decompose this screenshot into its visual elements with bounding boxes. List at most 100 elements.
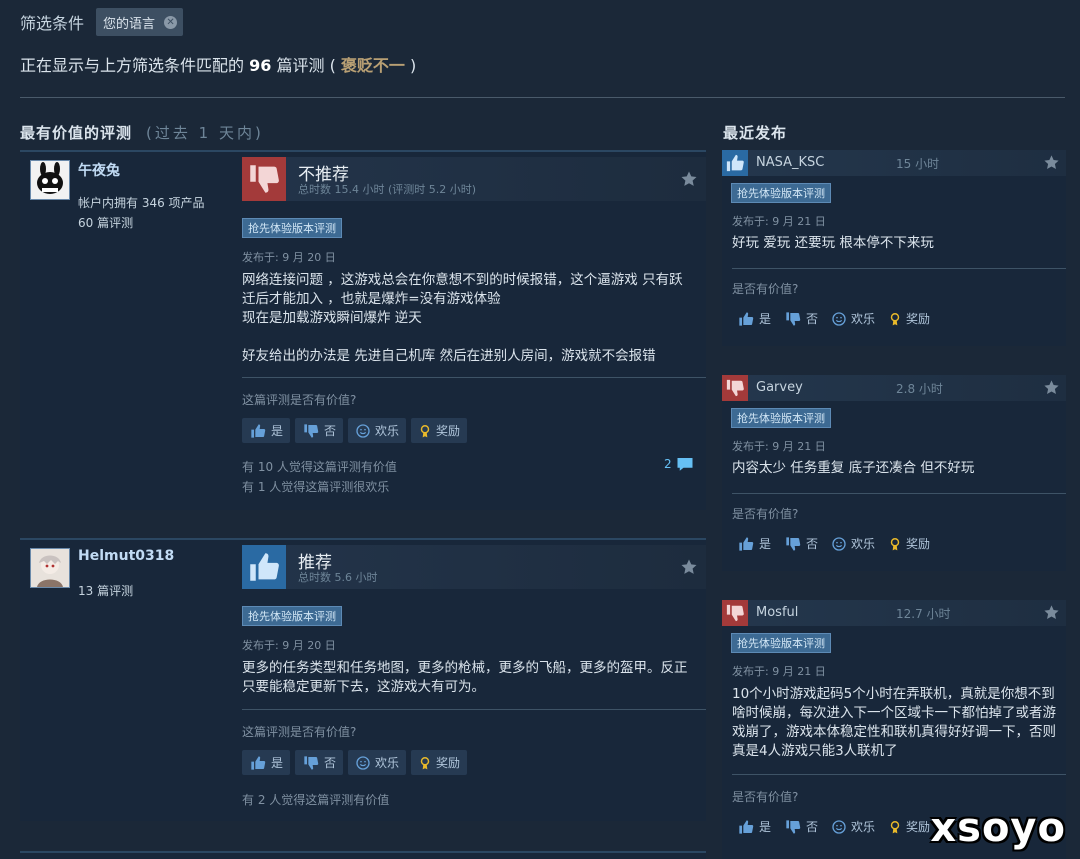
review-paragraph: 好友给出的办法是 先进自己机库 然后在进别人房间，游戏就不会报错	[242, 348, 656, 364]
recent-review-card: Garvey 2.8 小时 抢先体验版本评测 发布于: 9 月 21 日 内容太…	[722, 375, 1066, 571]
award-button[interactable]: 奖励	[883, 814, 935, 839]
language-filter-chip[interactable]: 您的语言 ✕	[96, 8, 184, 36]
yes-button[interactable]: 是	[732, 306, 776, 331]
no-button[interactable]: 否	[779, 814, 823, 839]
review-card: 午夜兔 帐户内拥有 346 项产品 60 篇评测 不推荐 总时数 15.4 小时…	[20, 150, 706, 510]
award-icon	[888, 536, 902, 552]
playtime: 2.8 小时	[896, 382, 943, 396]
comments-link[interactable]: 2	[664, 455, 694, 473]
author-reviews-count[interactable]: 60 篇评测	[78, 214, 133, 231]
thumbs-up-icon	[737, 536, 755, 552]
award-icon	[418, 755, 432, 771]
vote-buttons: 是 否 欢乐 奖励	[732, 814, 935, 839]
summary-middle: 篇评测	[276, 56, 325, 75]
summary-close-paren: )	[410, 56, 417, 75]
early-access-badge: 抢先体验版本评测	[731, 183, 831, 203]
thumbs-down-icon	[784, 311, 802, 327]
award-label: 奖励	[906, 537, 931, 551]
avatar[interactable]	[30, 160, 70, 200]
posted-date: 发布于: 9 月 20 日	[242, 251, 336, 264]
no-button[interactable]: 否	[295, 750, 344, 775]
posted-date: 发布于: 9 月 21 日	[732, 665, 826, 678]
recent-review-header[interactable]: Mosful 12.7 小时	[722, 600, 1066, 626]
no-label: 否	[806, 312, 819, 326]
funny-button[interactable]: 欢乐	[826, 531, 880, 556]
helpful-question: 这篇评测是否有价值?	[242, 725, 357, 739]
yes-button[interactable]: 是	[732, 531, 776, 556]
star-icon[interactable]	[1043, 154, 1060, 171]
author-name[interactable]: Mosful	[756, 605, 798, 620]
helped-stats: 有 10 人觉得这篇评测有价值 有 1 人觉得这篇评测很欢乐	[242, 457, 397, 497]
author-name[interactable]: 午夜兔	[78, 160, 120, 180]
posted-date: 发布于: 9 月 20 日	[242, 639, 336, 652]
remove-filter-icon[interactable]: ✕	[164, 15, 178, 29]
review-content: 更多的任务类型和任务地图，更多的枪械，更多的飞船，更多的盔甲。反正只要能稳定更新…	[242, 659, 692, 697]
yes-button[interactable]: 是	[242, 750, 291, 775]
funny-button[interactable]: 欢乐	[826, 306, 880, 331]
avatar[interactable]	[30, 548, 70, 588]
filter-row: 筛选条件 您的语言 ✕	[20, 8, 184, 36]
early-access-badge: 抢先体验版本评测	[242, 218, 342, 238]
thumbs-down-icon	[302, 423, 320, 439]
author-name[interactable]: NASA_KSC	[756, 155, 824, 170]
recent-title: 最近发布	[723, 124, 788, 142]
review-content: 10个小时游戏起码5个小时在弄联机，真就是你想不到啥时候崩，每次进入下一个区域卡…	[732, 686, 1056, 759]
author-name[interactable]: Garvey	[756, 380, 803, 395]
no-button[interactable]: 否	[779, 306, 823, 331]
yes-label: 是	[759, 820, 772, 834]
helped-stats: 有 2 人觉得这篇评测有价值	[242, 790, 389, 810]
funny-label: 欢乐	[851, 537, 876, 551]
no-label: 否	[806, 537, 819, 551]
divider	[732, 268, 1066, 269]
smile-icon	[831, 819, 847, 835]
star-icon[interactable]	[680, 558, 698, 576]
yes-button[interactable]: 是	[732, 814, 776, 839]
recent-review-header[interactable]: Garvey 2.8 小时	[722, 375, 1066, 401]
star-icon[interactable]	[1043, 604, 1060, 621]
playtime: 12.7 小时	[896, 607, 951, 621]
helpful-question: 是否有价值?	[732, 507, 799, 521]
award-button[interactable]: 奖励	[411, 750, 468, 775]
funny-button[interactable]: 欢乐	[348, 418, 407, 443]
yes-label: 是	[759, 312, 772, 326]
funny-label: 欢乐	[375, 424, 400, 438]
no-label: 否	[324, 756, 337, 770]
summary-prefix: 正在显示与上方筛选条件匹配的	[20, 56, 245, 75]
award-label: 奖励	[436, 756, 461, 770]
author-name[interactable]: Helmut0318	[78, 548, 174, 564]
no-button[interactable]: 否	[779, 531, 823, 556]
helpful-question: 是否有价值?	[732, 282, 799, 296]
funny-button[interactable]: 欢乐	[826, 814, 880, 839]
award-icon	[418, 423, 432, 439]
divider	[242, 709, 706, 710]
funny-label: 欢乐	[851, 312, 876, 326]
star-icon[interactable]	[680, 170, 698, 188]
helped-count: 有 2 人觉得这篇评测有价值	[242, 793, 390, 807]
yes-button[interactable]: 是	[242, 418, 291, 443]
thumbs-up-icon	[737, 819, 755, 835]
award-button[interactable]: 奖励	[883, 306, 935, 331]
author-reviews-count[interactable]: 13 篇评测	[78, 582, 133, 599]
playtime: 总时数 15.4 小时 (评测时 5.2 小时)	[298, 183, 477, 196]
vote-header[interactable]: 推荐 总时数 5.6 小时	[242, 545, 706, 589]
summary-open-paren: (	[329, 56, 336, 75]
award-icon	[888, 819, 902, 835]
star-icon[interactable]	[1043, 379, 1060, 396]
smile-icon	[355, 423, 371, 439]
thumbs-down-icon	[242, 157, 286, 201]
vote-buttons: 是 否 欢乐 奖励	[732, 531, 935, 556]
thumbs-down-icon	[722, 600, 748, 626]
award-button[interactable]: 奖励	[411, 418, 468, 443]
overall-rating[interactable]: 褒贬不一	[341, 56, 405, 75]
vote-buttons: 是 否 欢乐 奖励	[242, 418, 468, 443]
playtime: 总时数 5.6 小时	[298, 571, 378, 584]
thumbs-down-icon	[302, 755, 320, 771]
most-helpful-period[interactable]: (过去 1 天内)	[146, 124, 264, 142]
funny-label: 欢乐	[851, 820, 876, 834]
funny-button[interactable]: 欢乐	[348, 750, 407, 775]
recent-review-header[interactable]: NASA_KSC 15 小时	[722, 150, 1066, 176]
vote-header[interactable]: 不推荐 总时数 15.4 小时 (评测时 5.2 小时)	[242, 157, 706, 201]
no-button[interactable]: 否	[295, 418, 344, 443]
review-content: 好玩 爱玩 还要玩 根本停不下来玩	[732, 235, 934, 251]
award-button[interactable]: 奖励	[883, 531, 935, 556]
